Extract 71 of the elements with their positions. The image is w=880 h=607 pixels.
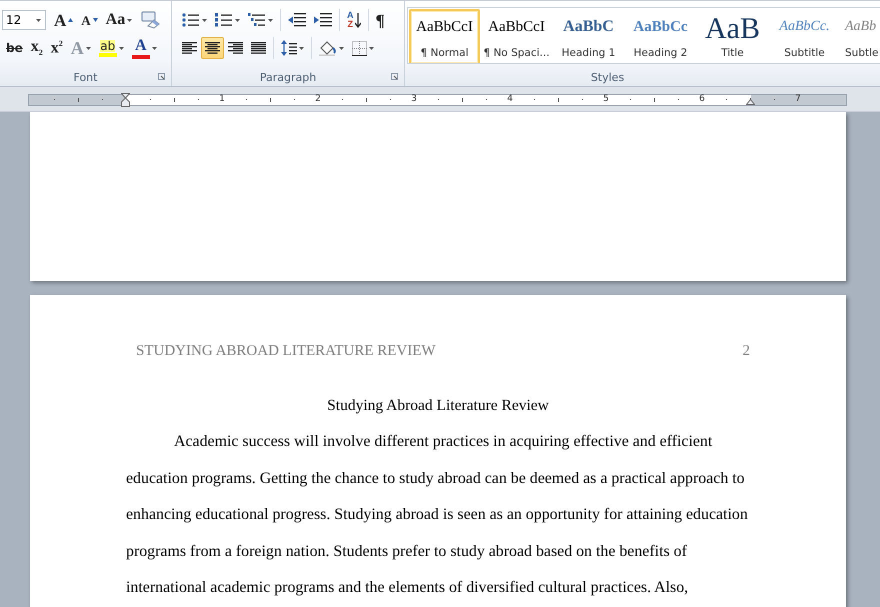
caret-icon [36, 19, 41, 22]
eraser-icon [140, 11, 160, 29]
highlight-button[interactable]: ab [94, 37, 128, 59]
paint-bucket-icon [319, 40, 337, 56]
font-color-button[interactable]: A [128, 37, 161, 59]
up-arrow-icon [68, 18, 74, 22]
caret-icon [152, 46, 157, 50]
increase-indent-icon [314, 13, 332, 27]
numbered-list-icon [215, 13, 233, 27]
subscript-button[interactable]: x$_{2}$ [26, 37, 47, 59]
caret-icon [235, 18, 240, 22]
strikethrough-button[interactable]: be [2, 37, 27, 59]
superscript-button[interactable]: x$^{2}$ [46, 37, 67, 59]
body-paragraph: Academic success will involve different practices in acquiring effective and efficient education programs. Getting the chance to study abroad can be deemed as a practical approach to enhancing educational progress. Studying abroad is seen as an opportunity for attaining education programs from a foreign nation. Students prefer to study abroad based on the benefits of international academic programs and the elements of diversified cultural practices. Also, [126, 432, 749, 598]
center-button[interactable] [201, 37, 224, 59]
caret-icon [127, 18, 132, 22]
indent-marker-icon [121, 93, 130, 107]
ruler-number: 5 [603, 94, 609, 104]
caret-icon [86, 46, 91, 50]
button-glyph: A [134, 38, 147, 54]
button-glyph: A [54, 12, 66, 28]
font-size-field[interactable]: 12 [2, 10, 46, 30]
align-left-icon [182, 42, 197, 54]
align-right-icon [228, 42, 243, 54]
line-spacing-icon [281, 40, 297, 56]
button-glyph: Aa [106, 12, 126, 28]
sort-letter: A [347, 11, 354, 20]
indent-marker-icon [746, 99, 755, 105]
ruler-number: 3 [411, 94, 417, 104]
button-glyph: x$_{2}$ [30, 38, 43, 58]
caret-icon [339, 46, 344, 50]
ruler[interactable]: 1 2 3 4 5 6 7 [28, 94, 847, 106]
page-number: 2 [742, 343, 750, 360]
style-item[interactable]: AaBbCcI ¶ Normal [409, 9, 480, 64]
bullet-list-icon [182, 13, 200, 27]
running-header: STUDYING ABROAD LITERATURE REVIEW [136, 343, 436, 360]
ruler-number: 4 [507, 94, 513, 104]
down-arrow-icon [354, 12, 360, 28]
sort-button[interactable]: A Z [343, 9, 364, 31]
button-glyph: A [81, 14, 91, 26]
group-label: Styles [590, 70, 624, 84]
show-marks-button[interactable]: ¶ [372, 9, 389, 31]
ruler-number: 1 [219, 94, 225, 104]
button-glyph: A [70, 39, 84, 57]
down-arrow-icon [92, 18, 98, 22]
dialog-launcher-icon [158, 73, 165, 80]
sort-letter: Z [347, 20, 354, 29]
document-title: Studying Abroad Literature Review [327, 397, 549, 414]
button-glyph: x$^{2}$ [50, 40, 63, 56]
dialog-launcher-icon [391, 73, 398, 80]
border-grid-icon [352, 40, 367, 56]
caret-icon [118, 46, 124, 50]
button-glyph: be [6, 42, 23, 54]
align-center-icon [205, 42, 220, 54]
change-case-button[interactable]: Aa [102, 9, 136, 31]
justify-icon [251, 42, 266, 54]
ruler-number: 6 [699, 94, 705, 104]
caret-icon [369, 46, 374, 50]
caret-icon [268, 18, 273, 22]
button-glyph: ¶ [376, 12, 385, 28]
caret-icon [202, 18, 207, 22]
group-label: Paragraph [260, 70, 316, 84]
ruler-number: 2 [315, 94, 321, 104]
shrink-font-button[interactable]: A [77, 9, 102, 31]
multilevel-list-icon [248, 13, 266, 27]
ruler-number: 7 [795, 94, 801, 104]
button-glyph: ab [100, 40, 116, 52]
group-label: Font [74, 70, 98, 84]
grow-font-button[interactable]: A [50, 9, 78, 31]
caret-icon [299, 46, 304, 50]
decrease-indent-icon [288, 13, 306, 27]
